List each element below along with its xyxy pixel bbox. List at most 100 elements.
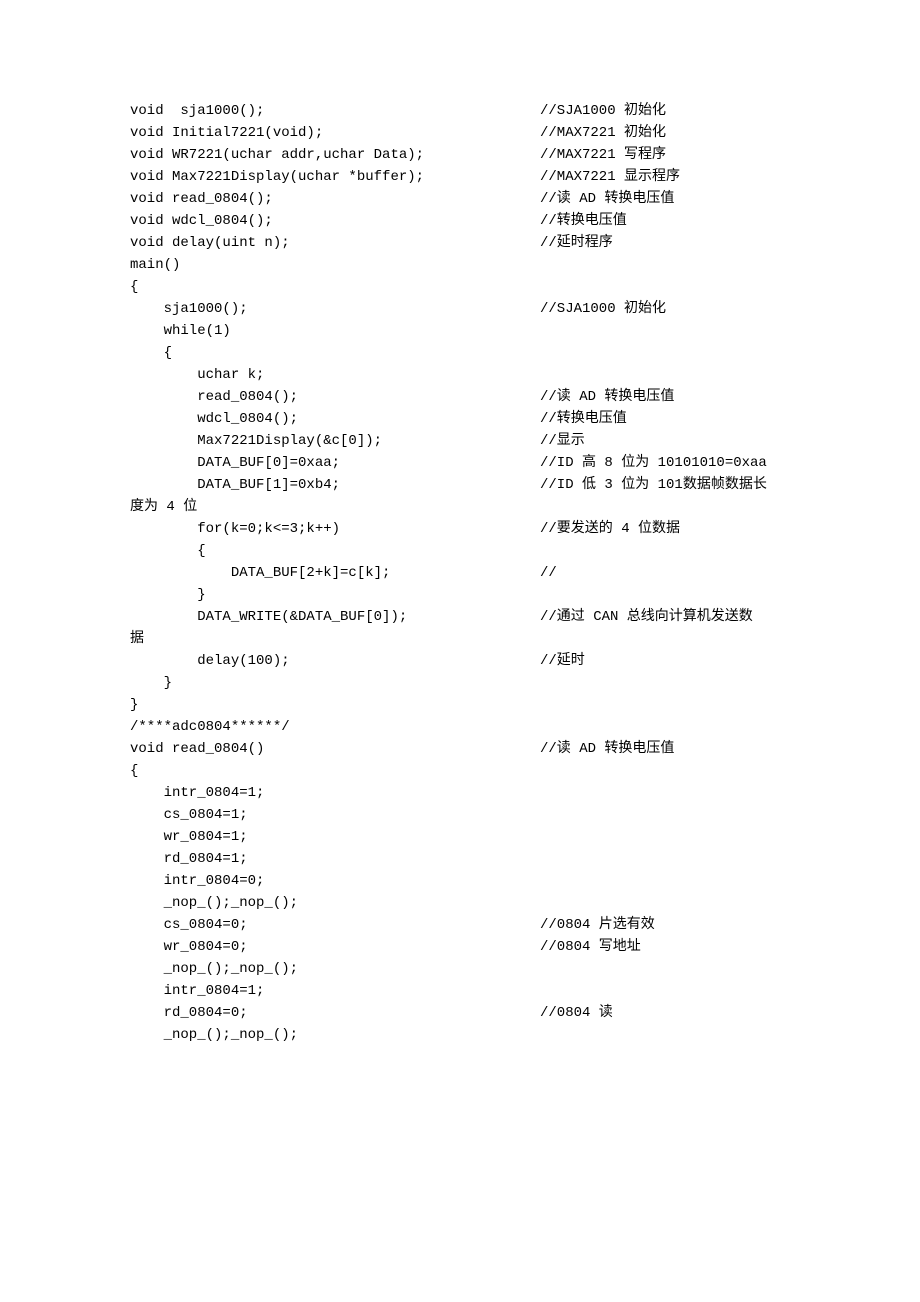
code-text: void read_0804(); <box>130 188 540 210</box>
code-text: while(1) <box>130 320 540 342</box>
comment-text: //通过 CAN 总线向计算机发送数 <box>540 606 790 628</box>
code-line: delay(100);//延时 <box>130 650 790 672</box>
comment-text: //MAX7221 显示程序 <box>540 166 790 188</box>
code-line: void delay(uint n);//延时程序 <box>130 232 790 254</box>
comment-text: //SJA1000 初始化 <box>540 100 790 122</box>
code-text: DATA_BUF[0]=0xaa; <box>130 452 540 474</box>
code-text: void read_0804() <box>130 738 540 760</box>
code-line: wdcl_0804();//转换电压值 <box>130 408 790 430</box>
code-line: void WR7221(uchar addr,uchar Data);//MAX… <box>130 144 790 166</box>
comment-text: //要发送的 4 位数据 <box>540 518 790 540</box>
code-line: main() <box>130 254 790 276</box>
code-line: intr_0804=1; <box>130 782 790 804</box>
code-text: for(k=0;k<=3;k++) <box>130 518 540 540</box>
code-text: } <box>130 672 540 694</box>
comment-text <box>540 342 790 364</box>
code-text: } <box>130 584 540 606</box>
code-line: cs_0804=1; <box>130 804 790 826</box>
comment-text: //0804 写地址 <box>540 936 790 958</box>
code-text: intr_0804=1; <box>130 980 540 1002</box>
code-line: rd_0804=1; <box>130 848 790 870</box>
code-text: intr_0804=1; <box>130 782 540 804</box>
code-text: _nop_();_nop_(); <box>130 958 540 980</box>
comment-text: //转换电压值 <box>540 408 790 430</box>
comment-text <box>540 782 790 804</box>
code-text: DATA_BUF[2+k]=c[k]; <box>130 562 540 584</box>
code-line: _nop_();_nop_(); <box>130 958 790 980</box>
code-text: } <box>130 694 540 716</box>
code-text: _nop_();_nop_(); <box>130 1024 540 1046</box>
code-line: _nop_();_nop_(); <box>130 1024 790 1046</box>
comment-text <box>540 364 790 386</box>
code-line: } <box>130 584 790 606</box>
comment-text <box>540 672 790 694</box>
comment-text: //SJA1000 初始化 <box>540 298 790 320</box>
code-text: DATA_BUF[1]=0xb4; <box>130 474 540 496</box>
comment-text <box>540 826 790 848</box>
code-line: while(1) <box>130 320 790 342</box>
code-line: Max7221Display(&c[0]);//显示 <box>130 430 790 452</box>
code-line: cs_0804=0;//0804 片选有效 <box>130 914 790 936</box>
code-line: { <box>130 276 790 298</box>
code-line: sja1000();//SJA1000 初始化 <box>130 298 790 320</box>
comment-text: //转换电压值 <box>540 210 790 232</box>
code-text: void WR7221(uchar addr,uchar Data); <box>130 144 540 166</box>
code-text: void Max7221Display(uchar *buffer); <box>130 166 540 188</box>
comment-text: //0804 读 <box>540 1002 790 1024</box>
code-line: DATA_BUF[1]=0xb4;//ID 低 3 位为 101数据帧数据长 <box>130 474 790 496</box>
code-text: uchar k; <box>130 364 540 386</box>
code-line: void Max7221Display(uchar *buffer);//MAX… <box>130 166 790 188</box>
code-line: } <box>130 694 790 716</box>
code-line: uchar k; <box>130 364 790 386</box>
comment-text <box>540 320 790 342</box>
code-line: void read_0804();//读 AD 转换电压值 <box>130 188 790 210</box>
code-text: { <box>130 342 540 364</box>
comment-text: //延时程序 <box>540 232 790 254</box>
code-line: intr_0804=0; <box>130 870 790 892</box>
comment-text <box>540 496 790 518</box>
code-text: read_0804(); <box>130 386 540 408</box>
comment-text: //ID 低 3 位为 101数据帧数据长 <box>540 474 790 496</box>
code-line: 度为 4 位 <box>130 496 790 518</box>
code-text: 度为 4 位 <box>130 496 540 518</box>
code-text: rd_0804=1; <box>130 848 540 870</box>
comment-text <box>540 848 790 870</box>
code-line: DATA_WRITE(&DATA_BUF[0]);//通过 CAN 总线向计算机… <box>130 606 790 628</box>
comment-text <box>540 892 790 914</box>
code-line: 据 <box>130 628 790 650</box>
code-text: void sja1000(); <box>130 100 540 122</box>
code-line: void sja1000();//SJA1000 初始化 <box>130 100 790 122</box>
code-text: void delay(uint n); <box>130 232 540 254</box>
code-text: wr_0804=0; <box>130 936 540 958</box>
code-line: } <box>130 672 790 694</box>
code-line: wr_0804=1; <box>130 826 790 848</box>
comment-text: //MAX7221 写程序 <box>540 144 790 166</box>
code-text: main() <box>130 254 540 276</box>
comment-text <box>540 584 790 606</box>
code-text: { <box>130 760 540 782</box>
code-line: void wdcl_0804();//转换电压值 <box>130 210 790 232</box>
comment-text <box>540 276 790 298</box>
code-line: _nop_();_nop_(); <box>130 892 790 914</box>
comment-text: //ID 高 8 位为 10101010=0xaa <box>540 452 790 474</box>
comment-text: //延时 <box>540 650 790 672</box>
comment-text <box>540 254 790 276</box>
code-text: wdcl_0804(); <box>130 408 540 430</box>
code-line: rd_0804=0;//0804 读 <box>130 1002 790 1024</box>
comment-text <box>540 1024 790 1046</box>
code-text: { <box>130 276 540 298</box>
code-page: void sja1000();//SJA1000 初始化void Initial… <box>0 0 920 1146</box>
comment-text <box>540 716 790 738</box>
code-text: intr_0804=0; <box>130 870 540 892</box>
comment-text <box>540 980 790 1002</box>
comment-text: // <box>540 562 790 584</box>
code-text: DATA_WRITE(&DATA_BUF[0]); <box>130 606 540 628</box>
comment-text <box>540 628 790 650</box>
code-text: wr_0804=1; <box>130 826 540 848</box>
code-text: cs_0804=0; <box>130 914 540 936</box>
comment-text <box>540 694 790 716</box>
code-line: DATA_BUF[2+k]=c[k];// <box>130 562 790 584</box>
code-text: cs_0804=1; <box>130 804 540 826</box>
code-line: { <box>130 760 790 782</box>
comment-text <box>540 958 790 980</box>
